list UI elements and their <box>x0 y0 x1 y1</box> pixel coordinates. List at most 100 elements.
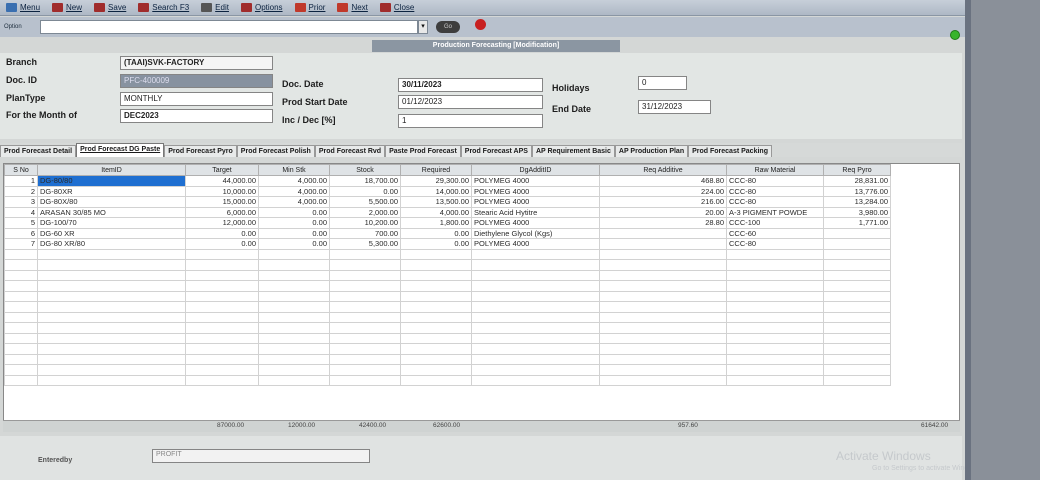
cell-sno[interactable]: 7 <box>4 238 38 250</box>
toolbar-next-button[interactable]: Next <box>331 1 373 15</box>
table-row[interactable] <box>4 290 891 302</box>
cell-reqadd[interactable] <box>599 364 727 376</box>
cell-raw[interactable] <box>726 353 824 365</box>
table-row[interactable]: 4 ARASAN 30/85 MO 6,000.00 0.00 2,000.00 4,00… <box>4 206 891 218</box>
cell-reqadd[interactable]: 468.80 <box>599 175 727 187</box>
enddate-field[interactable]: 31/12/2023 <box>638 100 711 114</box>
cell-stock[interactable] <box>329 332 401 344</box>
cell-target[interactable] <box>185 353 259 365</box>
cell-addit[interactable] <box>471 343 600 355</box>
cell-raw[interactable] <box>726 343 824 355</box>
cell-minstk[interactable] <box>258 343 330 355</box>
incdec-field[interactable]: 1 <box>398 114 543 128</box>
cell-item[interactable]: DG-60 XR <box>37 227 186 239</box>
cell-minstk[interactable] <box>258 332 330 344</box>
cell-minstk[interactable] <box>258 301 330 313</box>
cell-pyro[interactable] <box>823 374 891 386</box>
toolbar-save-button[interactable]: Save <box>88 1 132 15</box>
table-row[interactable] <box>4 353 891 365</box>
tab-prod-forecast-detail[interactable]: Prod Forecast Detail <box>0 145 77 157</box>
cell-pyro[interactable] <box>823 290 891 302</box>
cell-pyro[interactable]: 28,831.00 <box>823 175 891 187</box>
table-row[interactable]: 1 DG-80/80 44,000.00 4,000.00 18,700.00 29,30… <box>4 175 891 187</box>
table-row[interactable]: 6 DG-60 XR 0.00 0.00 700.00 0.00 Diethylene Gl… <box>4 227 891 239</box>
toolbar-options-button[interactable]: Options <box>235 1 289 15</box>
cell-target[interactable] <box>185 343 259 355</box>
cell-required[interactable] <box>400 322 472 334</box>
startdate-field[interactable]: 01/12/2023 <box>398 95 543 109</box>
cell-required[interactable] <box>400 280 472 292</box>
cell-required[interactable] <box>400 364 472 376</box>
cell-reqadd[interactable] <box>599 248 727 260</box>
cell-target[interactable] <box>185 374 259 386</box>
cell-reqadd[interactable] <box>599 343 727 355</box>
cell-addit[interactable] <box>471 290 600 302</box>
cell-item[interactable]: DG-80XR <box>37 185 186 197</box>
col-header-sno[interactable]: S No <box>4 164 38 176</box>
table-row[interactable] <box>4 343 891 355</box>
cell-required[interactable] <box>400 374 472 386</box>
cell-required[interactable]: 13,500.00 <box>400 196 472 208</box>
cell-stock[interactable]: 700.00 <box>329 227 401 239</box>
cell-target[interactable] <box>185 332 259 344</box>
cell-item[interactable] <box>37 311 186 323</box>
cell-minstk[interactable] <box>258 374 330 386</box>
cell-stock[interactable] <box>329 364 401 376</box>
cell-item[interactable] <box>37 280 186 292</box>
cell-minstk[interactable] <box>258 280 330 292</box>
tab-ap-requirement-basic[interactable]: AP Requirement Basic <box>531 145 615 157</box>
cell-addit[interactable]: POLYMEG 4000 <box>471 175 600 187</box>
toolbar-new-button[interactable]: New <box>46 1 88 15</box>
cell-reqadd[interactable] <box>599 280 727 292</box>
cell-required[interactable] <box>400 269 472 281</box>
cell-sno[interactable]: 6 <box>4 227 38 239</box>
cell-reqadd[interactable]: 216.00 <box>599 196 727 208</box>
cell-stock[interactable]: 2,000.00 <box>329 206 401 218</box>
cell-item[interactable] <box>37 301 186 313</box>
cell-addit[interactable] <box>471 332 600 344</box>
cell-target[interactable] <box>185 364 259 376</box>
cell-target[interactable] <box>185 290 259 302</box>
cell-minstk[interactable] <box>258 364 330 376</box>
cell-raw[interactable] <box>726 301 824 313</box>
cell-minstk[interactable] <box>258 311 330 323</box>
cell-reqadd[interactable] <box>599 353 727 365</box>
cell-sno[interactable] <box>4 343 38 355</box>
cell-addit[interactable]: Stearic Acid Hytitre <box>471 206 600 218</box>
cell-target[interactable]: 15,000.00 <box>185 196 259 208</box>
cell-required[interactable] <box>400 290 472 302</box>
cell-raw[interactable]: CCC-80 <box>726 175 824 187</box>
table-row[interactable] <box>4 311 891 323</box>
table-row[interactable] <box>4 259 891 271</box>
cell-reqadd[interactable] <box>599 332 727 344</box>
cell-stock[interactable] <box>329 269 401 281</box>
cell-sno[interactable] <box>4 259 38 271</box>
cell-sno[interactable] <box>4 280 38 292</box>
cell-pyro[interactable] <box>823 311 891 323</box>
cell-sno[interactable]: 2 <box>4 185 38 197</box>
cell-reqadd[interactable] <box>599 227 727 239</box>
cell-item[interactable]: DG-100/70 <box>37 217 186 229</box>
cell-sno[interactable]: 5 <box>4 217 38 229</box>
cell-target[interactable] <box>185 301 259 313</box>
cell-required[interactable] <box>400 353 472 365</box>
docdate-field[interactable]: 30/11/2023 <box>398 78 543 92</box>
tab-prod-forecast-packing[interactable]: Prod Forecast Packing <box>688 145 772 157</box>
option-input[interactable] <box>40 20 418 34</box>
cell-minstk[interactable] <box>258 248 330 260</box>
cell-pyro[interactable] <box>823 364 891 376</box>
cell-minstk[interactable]: 4,000.00 <box>258 196 330 208</box>
cell-sno[interactable]: 1 <box>4 175 38 187</box>
month-field[interactable]: DEC2023 <box>120 109 273 123</box>
table-row[interactable]: 5 DG-100/70 12,000.00 0.00 10,200.00 1,800.00… <box>4 217 891 229</box>
cell-pyro[interactable] <box>823 343 891 355</box>
cell-required[interactable]: 4,000.00 <box>400 206 472 218</box>
cell-sno[interactable] <box>4 269 38 281</box>
cell-item[interactable]: ARASAN 30/85 MO <box>37 206 186 218</box>
cell-addit[interactable] <box>471 301 600 313</box>
toolbar-search-f3-button[interactable]: Search F3 <box>132 1 195 15</box>
tab-prod-forecast-pyro[interactable]: Prod Forecast Pyro <box>164 145 237 157</box>
cell-item[interactable] <box>37 332 186 344</box>
cell-sno[interactable]: 4 <box>4 206 38 218</box>
cell-pyro[interactable]: 1,771.00 <box>823 217 891 229</box>
